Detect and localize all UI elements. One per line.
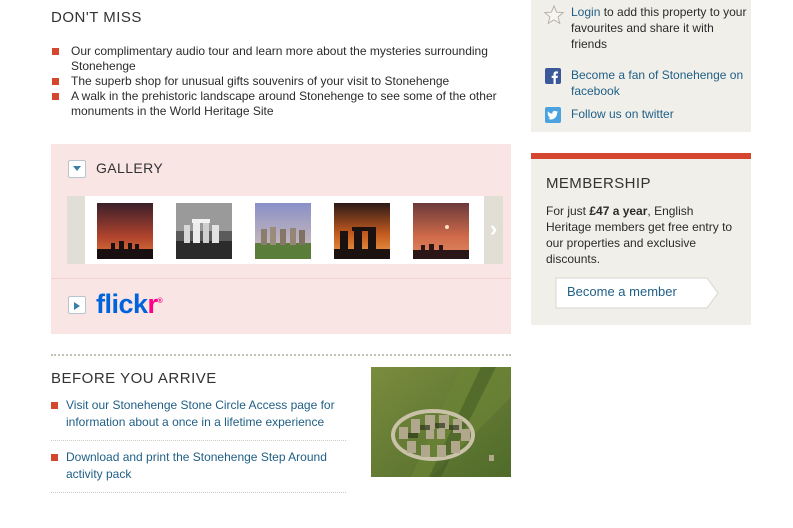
list-item: Visit our Stonehenge Stone Circle Access… [51, 397, 346, 441]
list-item: Our complimentary audio tour and learn m… [51, 44, 511, 74]
gallery-toggle-button[interactable] [68, 160, 86, 178]
list-item: A walk in the prehistoric landscape arou… [51, 89, 511, 119]
login-link[interactable]: Login [571, 5, 600, 19]
become-member-button[interactable]: Become a member [555, 277, 719, 309]
gallery-heading[interactable]: GALLERY [96, 160, 163, 176]
carousel-track [85, 196, 484, 264]
flickr-logo[interactable]: flickr® [96, 289, 163, 320]
bullet-square-icon [52, 48, 59, 55]
twitter-icon[interactable] [545, 107, 561, 123]
bullet-square-icon [52, 78, 59, 85]
membership-price: £47 a year [589, 204, 648, 218]
membership-box: MEMBERSHIP For just £47 a year, English … [531, 153, 751, 325]
carousel-next-button[interactable]: › [484, 196, 503, 264]
stone-circle-access-link[interactable]: Visit our Stonehenge Stone Circle Access… [66, 398, 335, 429]
star-icon[interactable] [544, 5, 564, 25]
before-you-arrive-heading: BEFORE YOU ARRIVE [51, 370, 217, 387]
flickr-registered-mark: ® [157, 298, 163, 305]
chevron-down-icon [73, 166, 81, 171]
social-box: Login to add this property to your favou… [531, 0, 751, 132]
gallery-panel: GALLERY › flickr® [51, 144, 511, 334]
membership-heading: MEMBERSHIP [546, 175, 651, 192]
chevron-right-icon: › [489, 216, 498, 241]
gallery-thumbnail-5[interactable] [413, 203, 469, 259]
facebook-icon[interactable] [545, 68, 561, 84]
gallery-divider [51, 278, 511, 279]
bullet-square-icon [51, 402, 58, 409]
gallery-thumbnail-2[interactable] [176, 203, 232, 259]
triangle-right-icon [74, 302, 80, 310]
twitter-follow-link[interactable]: Follow us on twitter [571, 106, 751, 122]
favourites-text: Login to add this property to your favou… [571, 4, 751, 52]
gallery-carousel: › [67, 196, 503, 264]
gallery-thumbnail-4[interactable] [334, 203, 390, 259]
dont-miss-list: Our complimentary audio tour and learn m… [51, 44, 511, 119]
bullet-square-icon [51, 454, 58, 461]
flickr-toggle-button[interactable] [68, 296, 86, 314]
flickr-logo-pink: r [147, 289, 159, 319]
bullet-square-icon [52, 93, 59, 100]
list-item: Download and print the Stonehenge Step A… [51, 449, 346, 493]
flickr-logo-blue: flick [96, 289, 148, 319]
gallery-thumbnail-1[interactable] [97, 203, 153, 259]
before-you-arrive-list: Visit our Stonehenge Stone Circle Access… [51, 397, 346, 501]
gallery-thumbnail-3[interactable] [255, 203, 311, 259]
dont-miss-heading: DON'T MISS [51, 9, 142, 26]
list-item: The superb shop for unusual gifts souven… [51, 74, 511, 89]
section-divider [51, 354, 511, 356]
become-member-label: Become a member [567, 284, 677, 299]
stonehenge-aerial-photo [371, 367, 511, 477]
step-around-pack-link[interactable]: Download and print the Stonehenge Step A… [66, 450, 327, 481]
membership-description: For just £47 a year, English Heritage me… [546, 204, 733, 266]
facebook-fan-link[interactable]: Become a fan of Stonehenge on facebook [571, 67, 751, 99]
